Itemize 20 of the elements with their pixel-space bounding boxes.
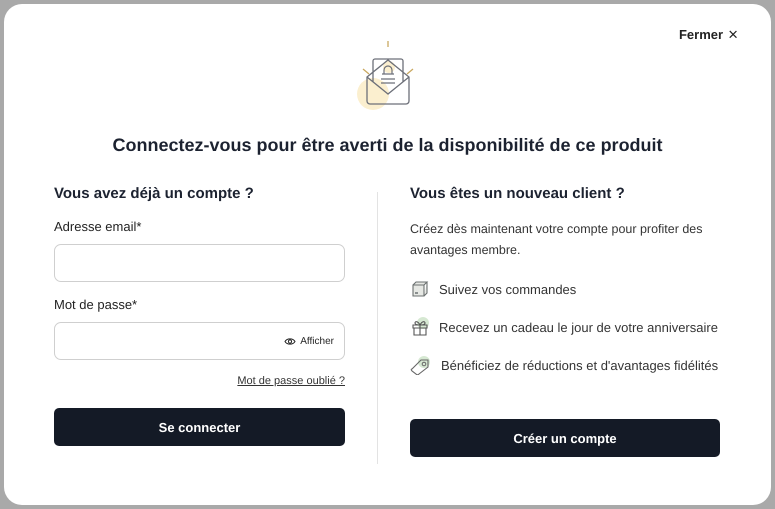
password-field[interactable]: Afficher [54,322,345,360]
benefit-text: Recevez un cadeau le jour de votre anniversaire [439,320,718,334]
benefit-text: Bénéficiez de réductions et d'avantages fidélités [441,358,718,372]
signup-heading: Vous êtes un nouveau client ? [410,184,626,204]
dialog-title: Connectez-vous pour être averti de la disponibilité de ce produit [111,135,664,156]
close-button[interactable]: Fermer × [678,26,738,43]
login-heading: Vous avez déjà un compte ? [54,184,255,204]
email-field[interactable] [54,244,345,282]
box-icon [410,279,430,299]
tag-icon [410,355,432,375]
benefit-text: Suivez vos commandes [439,282,576,296]
gift-icon [410,317,430,337]
eye-icon [284,336,296,346]
login-button[interactable]: Se connecter [54,408,345,446]
password-label: Mot de passe* [54,297,138,313]
show-password-button[interactable]: Afficher [284,336,334,346]
email-label: Adresse email* [54,219,142,235]
signup-intro: Créez dès maintenant votre compte pour profiter des avantages membre. [410,221,704,259]
create-account-button[interactable]: Créer un compte [410,419,720,457]
forgot-password-link[interactable]: Mot de passe oublié ? [237,375,345,387]
